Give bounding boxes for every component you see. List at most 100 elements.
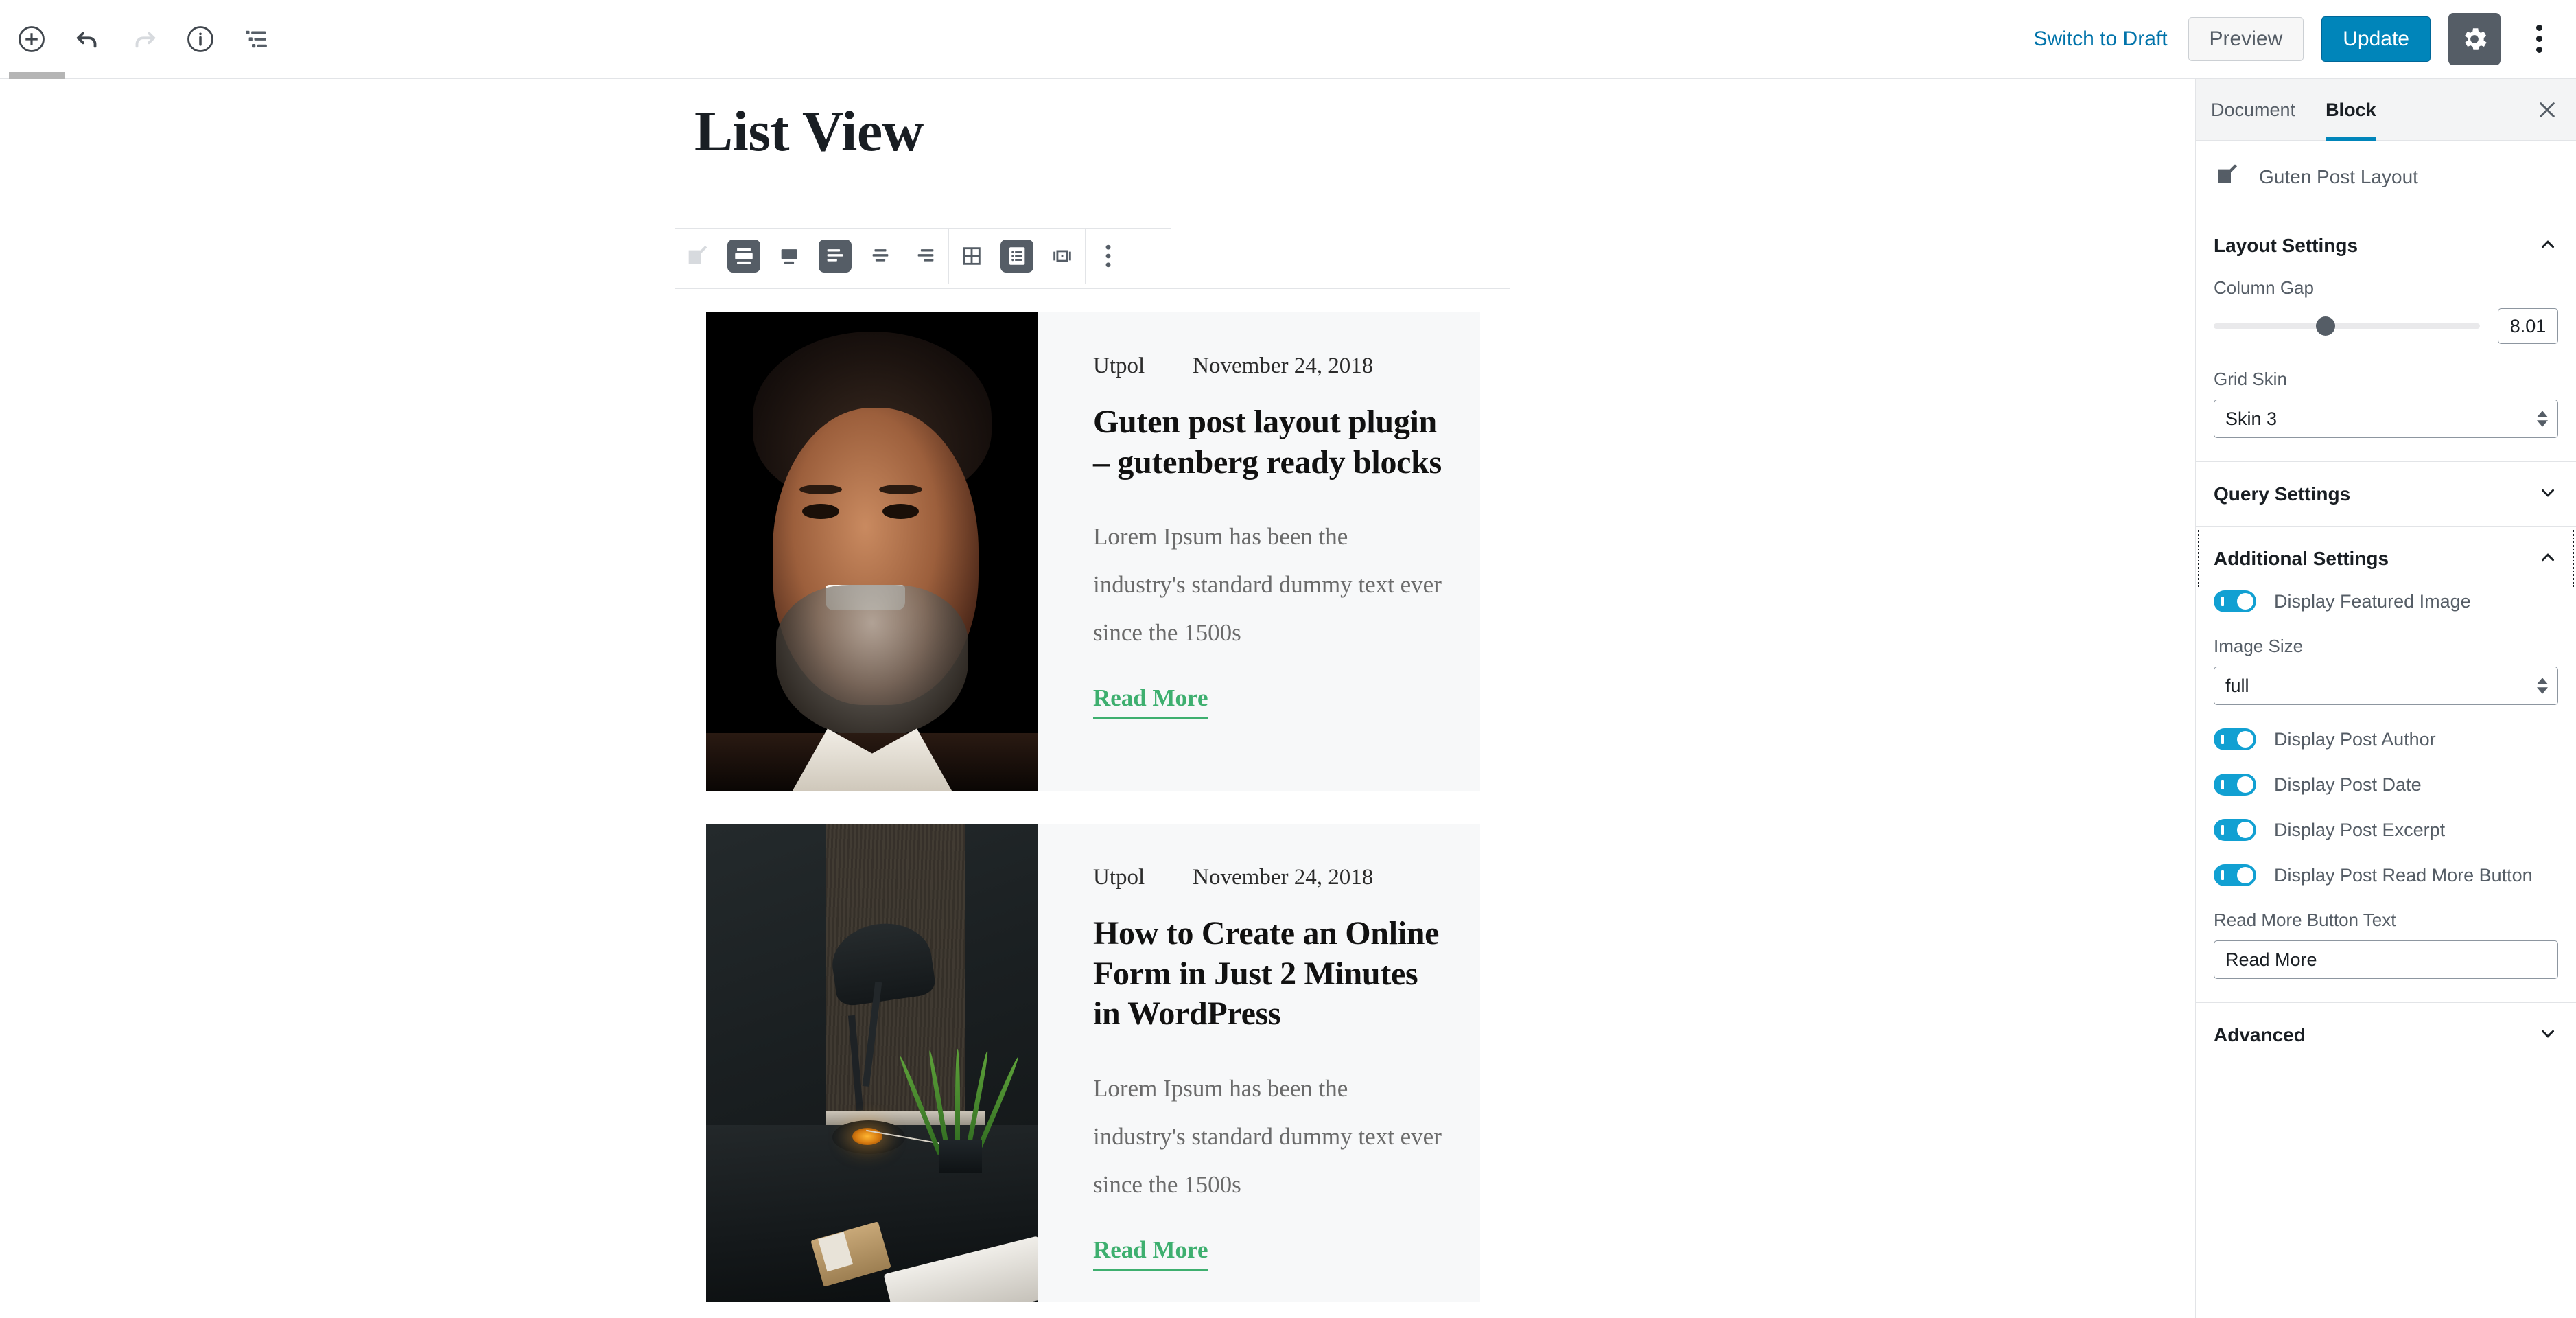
close-icon[interactable] [2528, 91, 2566, 129]
panel-layout-settings-toggle[interactable]: Layout Settings [2196, 213, 2576, 277]
tab-block[interactable]: Block [2310, 79, 2391, 141]
display-featured-image-row: Display Featured Image [2214, 590, 2558, 612]
chevron-up-icon [2538, 234, 2558, 257]
panel-advanced-toggle[interactable]: Advanced [2196, 1003, 2576, 1067]
undo-icon[interactable] [63, 14, 113, 64]
align-text-left-icon[interactable] [812, 229, 858, 284]
width-align-group [721, 229, 812, 284]
post-featured-image[interactable] [706, 312, 1038, 791]
layout-grid-view-icon[interactable] [949, 229, 994, 284]
image-size-select[interactable]: full [2214, 667, 2558, 705]
read-more-link[interactable]: Read More [1093, 684, 1208, 720]
editor-canvas: List View Utpol November 24, 2018 Guten … [0, 79, 2195, 1318]
content-structure-icon[interactable] [176, 14, 225, 64]
align-wide-width-icon[interactable] [766, 229, 812, 284]
grid-skin-value: Skin 3 [2225, 408, 2278, 429]
grid-skin-select[interactable]: Skin 3 [2214, 400, 2558, 438]
image-size-label: Image Size [2214, 636, 2304, 656]
toggle-label: Display Post Read More Button [2274, 864, 2533, 886]
block-toolbar [675, 228, 1171, 284]
block-info-card: Guten Post Layout [2196, 141, 2576, 213]
toggle-label: Display Post Date [2274, 774, 2422, 795]
display-post-author-toggle[interactable] [2214, 728, 2256, 750]
block-type-label: Guten Post Layout [2259, 165, 2418, 187]
gear-icon[interactable] [2448, 12, 2501, 65]
change-block-type-icon[interactable] [675, 229, 721, 284]
post-author: Utpol [1093, 865, 1145, 890]
block-more-options-icon[interactable] [1086, 229, 1131, 284]
block-navigation-icon[interactable] [232, 14, 281, 64]
guten-post-layout-block[interactable]: Utpol November 24, 2018 Guten post layou… [675, 288, 1510, 1318]
block-type-group [675, 229, 721, 284]
post-date: November 24, 2018 [1193, 865, 1374, 890]
panel-title: Additional Settings [2214, 547, 2389, 569]
panel-layout-settings: Layout Settings Column Gap Grid Skin Ski… [2196, 213, 2576, 462]
editor-top-bar: Switch to Draft Preview Update [0, 0, 2576, 79]
post-meta: Utpol November 24, 2018 [1093, 354, 1442, 379]
panel-advanced: Advanced [2196, 1003, 2576, 1067]
layout-list-view-icon[interactable] [994, 229, 1040, 284]
update-button[interactable]: Update [2321, 16, 2431, 62]
tab-document[interactable]: Document [2196, 79, 2310, 141]
panel-query-settings-toggle[interactable]: Query Settings [2196, 462, 2576, 526]
column-gap-input[interactable] [2498, 308, 2558, 344]
switch-to-draft-button[interactable]: Switch to Draft [2030, 22, 2170, 56]
align-text-right-icon[interactable] [903, 229, 948, 284]
post-excerpt: Lorem Ipsum has been the industry's stan… [1093, 1074, 1442, 1198]
icon-shape [864, 240, 897, 273]
column-gap-control [2214, 308, 2558, 344]
post-featured-image[interactable] [706, 824, 1038, 1302]
align-full-width-icon[interactable] [721, 229, 766, 284]
toggle-label: Display Featured Image [2274, 590, 2471, 612]
slider-thumb[interactable] [2315, 316, 2335, 336]
icon-shape [1000, 240, 1033, 273]
chevron-down-icon [2538, 483, 2558, 505]
post-meta: Utpol November 24, 2018 [1093, 865, 1442, 890]
dot [2536, 25, 2542, 31]
icon-shape [1046, 240, 1079, 273]
image-size-value: full [2225, 675, 2249, 696]
redo-icon[interactable] [119, 14, 169, 64]
align-text-center-icon[interactable] [858, 229, 903, 284]
display-post-excerpt-toggle[interactable] [2214, 819, 2256, 841]
panel-title: Layout Settings [2214, 234, 2358, 256]
chevron-updown-icon [2537, 411, 2548, 427]
panel-additional-settings-body: Display Featured Image Image Size full D… [2196, 590, 2576, 1002]
toggle-label: Display Post Author [2274, 728, 2436, 750]
display-post-date-row: Display Post Date [2214, 774, 2558, 796]
icon-shape [819, 240, 852, 273]
post-excerpt: Lorem Ipsum has been the industry's stan… [1093, 523, 1442, 647]
column-gap-slider[interactable] [2214, 316, 2480, 336]
layout-slider-view-icon[interactable] [1040, 229, 1085, 284]
column-gap-label: Column Gap [2214, 277, 2314, 298]
display-post-read-more-row: Display Post Read More Button [2214, 864, 2558, 886]
post-card[interactable]: Utpol November 24, 2018 How to Create an… [706, 824, 1480, 1302]
settings-sidebar: Document Block Guten Post Layout Layout … [2195, 79, 2576, 1318]
more-options-icon[interactable] [2518, 13, 2560, 65]
post-content: Utpol November 24, 2018 Guten post layou… [1038, 312, 1480, 791]
page-title[interactable]: List View [694, 98, 924, 165]
panel-additional-settings-toggle[interactable]: Additional Settings [2196, 527, 2576, 590]
panel-title: Advanced [2214, 1024, 2306, 1045]
post-author: Utpol [1093, 354, 1145, 378]
panel-query-settings: Query Settings [2196, 462, 2576, 527]
sidebar-tab-bar: Document Block [2196, 79, 2576, 141]
preview-button[interactable]: Preview [2188, 16, 2304, 61]
post-title[interactable]: Guten post layout plugin – gutenberg rea… [1093, 402, 1442, 483]
display-post-date-toggle[interactable] [2214, 774, 2256, 796]
add-block-icon[interactable] [7, 14, 56, 64]
post-title[interactable]: How to Create an Online Form in Just 2 M… [1093, 914, 1442, 1034]
post-content: Utpol November 24, 2018 How to Create an… [1038, 824, 1480, 1302]
display-featured-image-toggle[interactable] [2214, 590, 2256, 612]
post-date: November 24, 2018 [1193, 354, 1374, 378]
read-more-text-input[interactable] [2214, 940, 2558, 979]
icon-shape [955, 240, 988, 273]
chevron-up-icon [2538, 547, 2558, 570]
display-post-read-more-toggle[interactable] [2214, 864, 2256, 886]
toggle-label: Display Post Excerpt [2274, 819, 2446, 840]
icon-shape [773, 240, 806, 273]
post-card[interactable]: Utpol November 24, 2018 Guten post layou… [706, 312, 1480, 791]
top-bar-right-tools: Switch to Draft Preview Update [2030, 12, 2576, 65]
read-more-link[interactable]: Read More [1093, 1236, 1208, 1271]
chevron-updown-icon [2537, 678, 2548, 694]
